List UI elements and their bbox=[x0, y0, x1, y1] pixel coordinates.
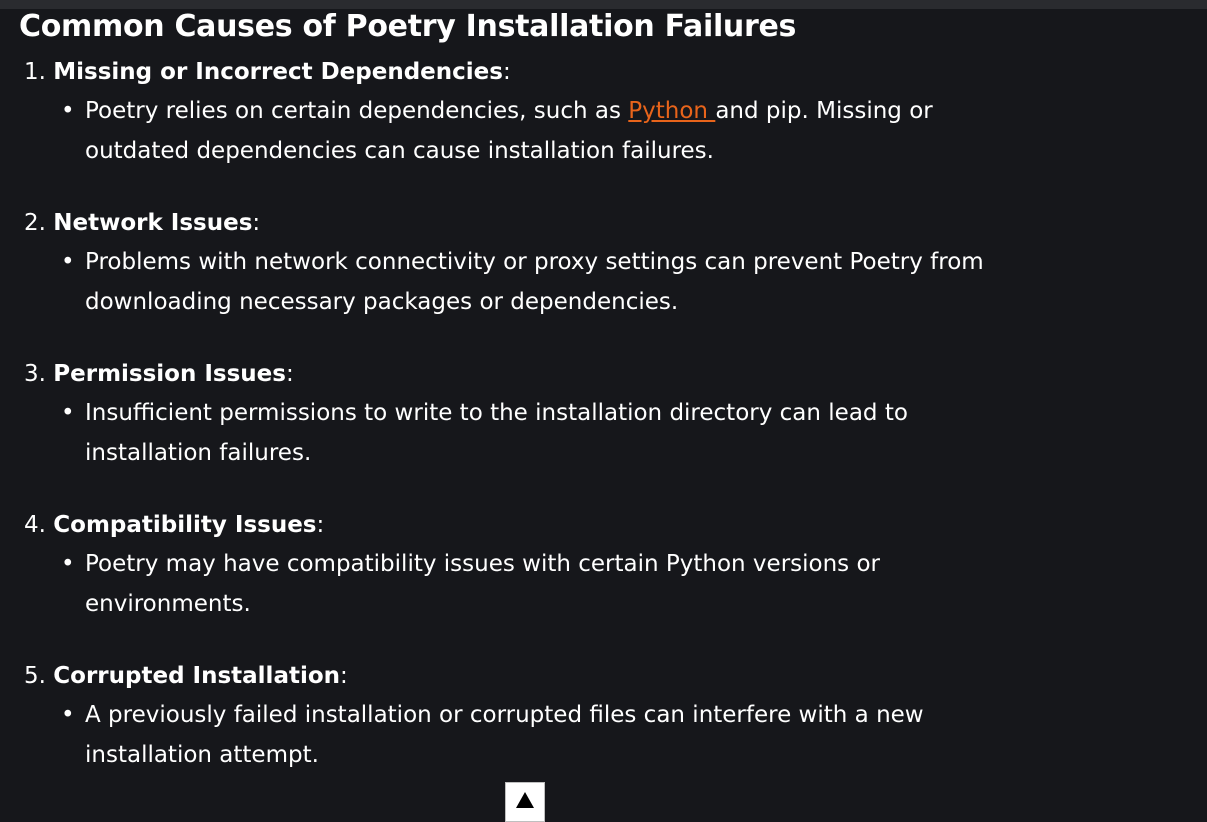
section-heading: Common Causes of Poetry Installation Fai… bbox=[19, 9, 797, 44]
cause-detail: • Poetry relies on certain dependencies, … bbox=[19, 91, 1005, 171]
cause-heading: 1. Missing or Incorrect Dependencies: bbox=[19, 53, 1199, 91]
detail-text: Problems with network connectivity or pr… bbox=[85, 249, 984, 315]
top-bar bbox=[0, 0, 1207, 9]
cause-colon: : bbox=[252, 210, 261, 236]
cause-heading: 3. Permission Issues: bbox=[19, 355, 1199, 393]
detail-text: Insufficient permissions to write to the… bbox=[85, 400, 908, 466]
arrow-up-icon bbox=[516, 792, 534, 808]
cause-number: 3. bbox=[24, 361, 46, 387]
detail-text: A previously failed installation or corr… bbox=[85, 702, 924, 768]
bullet-icon: • bbox=[61, 702, 75, 728]
cause-title: Compatibility Issues bbox=[53, 512, 317, 538]
cause-colon: : bbox=[285, 361, 294, 387]
cause-item-2: 2. Network Issues: • Problems with networ… bbox=[19, 204, 1199, 322]
cause-title: Corrupted Installation bbox=[53, 663, 341, 689]
cause-detail: • A previously failed installation or cor… bbox=[19, 695, 1005, 775]
cause-heading: 5. Corrupted Installation: bbox=[19, 657, 1199, 695]
cause-colon: : bbox=[340, 663, 348, 689]
bullet-icon: • bbox=[61, 98, 75, 124]
cause-item-3: 3. Permission Issues: • Insufficient perm… bbox=[19, 355, 1199, 473]
cause-colon: : bbox=[316, 512, 325, 538]
bullet-icon: • bbox=[61, 249, 75, 275]
detail-text: Poetry may have compatibility issues wit… bbox=[85, 551, 880, 617]
cause-item-5: 5. Corrupted Installation: • A previously… bbox=[19, 657, 1199, 775]
causes-list: 1. Missing or Incorrect Dependencies: • P… bbox=[19, 53, 1199, 775]
scroll-to-top-button[interactable] bbox=[505, 782, 545, 822]
cause-number: 1. bbox=[24, 59, 46, 85]
python-link[interactable]: Python bbox=[628, 98, 715, 124]
cause-heading: 4. Compatibility Issues: bbox=[19, 506, 1199, 544]
cause-colon: : bbox=[502, 59, 511, 85]
bullet-icon: • bbox=[61, 400, 75, 426]
article-content: Common Causes of Poetry Installation Fai… bbox=[19, 9, 1199, 808]
cause-number: 4. bbox=[24, 512, 46, 538]
cause-number: 5. bbox=[24, 663, 46, 689]
cause-item-4: 4. Compatibility Issues: • Poetry may hav… bbox=[19, 506, 1199, 624]
detail-text-before: Poetry relies on certain dependencies, s… bbox=[85, 98, 629, 124]
cause-title: Missing or Incorrect Dependencies bbox=[53, 59, 503, 85]
cause-detail: • Problems with network connectivity or p… bbox=[19, 242, 1005, 322]
cause-title: Network Issues bbox=[53, 210, 253, 236]
cause-detail: • Poetry may have compatibility issues wi… bbox=[19, 544, 1005, 624]
cause-item-1: 1. Missing or Incorrect Dependencies: • P… bbox=[19, 53, 1199, 171]
bullet-icon: • bbox=[61, 551, 75, 577]
cause-heading: 2. Network Issues: bbox=[19, 204, 1199, 242]
cause-number: 2. bbox=[24, 210, 46, 236]
cause-title: Permission Issues bbox=[53, 361, 286, 387]
cause-detail: • Insufficient permissions to write to th… bbox=[19, 393, 1005, 473]
